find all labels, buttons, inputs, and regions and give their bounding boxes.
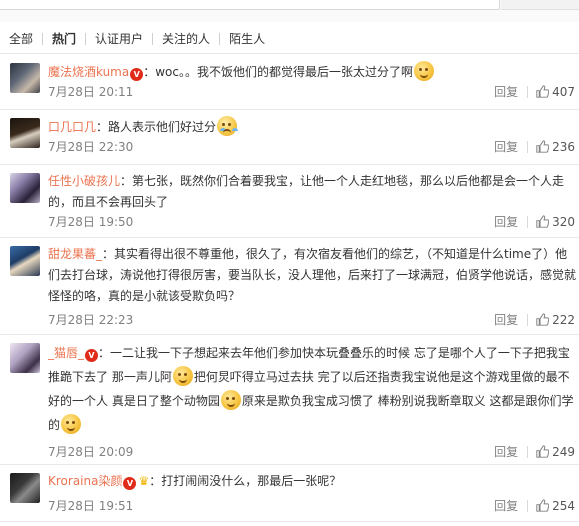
- username-link[interactable]: 甜龙果蕃_: [48, 247, 102, 261]
- comment-item: 口几口几：路人表示他们好过分 7月28日 22:30 回复 236: [0, 110, 579, 165]
- username-link[interactable]: 口几口几: [48, 120, 96, 134]
- comment-input[interactable]: [0, 0, 500, 10]
- tab-hot[interactable]: 热门: [52, 30, 76, 47]
- thumbs-up-icon: [536, 313, 550, 326]
- avatar[interactable]: [10, 173, 40, 203]
- comment-text: 任性小破孩儿：第七张，既然你们合着要我宝，让他一个人走红地毯，那么以后他都是会一…: [48, 171, 576, 213]
- comment-body: Kroraina染颜 V ♛：打打闹闹没什么，那最后一张呢？: [48, 471, 576, 492]
- comment-body: 口几口几：路人表示他们好过分: [48, 116, 576, 138]
- comment-body: 魔法烧酒kuma V ：woc。。我不饭他们的都觉得最后一张太过分了啊: [48, 61, 576, 83]
- like-button[interactable]: 249: [536, 445, 575, 459]
- comment-item: 甜龙果蕃_：其实看得出很不尊重他，很久了，有次宿友看他们的综艺，（不知道是什么t…: [0, 238, 579, 335]
- divider: [527, 499, 529, 512]
- crying-emoji-icon: [217, 116, 238, 136]
- reply-button[interactable]: 回复: [494, 443, 518, 460]
- username-link[interactable]: 魔法烧酒kuma: [48, 65, 129, 79]
- reply-button[interactable]: 回复: [494, 497, 518, 514]
- comment-body: 甜龙果蕃_：其实看得出很不尊重他，很久了，有次宿友看他们的综艺，（不知道是什么t…: [48, 244, 576, 307]
- v-badge-icon: V: [130, 68, 144, 81]
- comment-time: 7月28日 22:23: [48, 313, 134, 327]
- divider: [85, 32, 87, 45]
- thumbs-up-icon: [536, 85, 550, 98]
- comment-text: _猫唇_ V ：一二让我一下子想起来去年他们参加快本玩叠叠乐的时候 忘了是哪个人了一…: [48, 341, 576, 437]
- comment-item: 任性小破孩儿：第七张，既然你们合着要我宝，让他一个人走红地毯，那么以后他都是会一…: [0, 165, 579, 238]
- top-bar: [0, 0, 579, 22]
- like-count: 249: [552, 444, 575, 459]
- reply-button[interactable]: 回复: [494, 138, 518, 155]
- comment-time: 7月28日 19:51: [48, 499, 134, 513]
- comment-text: 甜龙果蕃_：其实看得出很不尊重他，很久了，有次宿友看他们的综艺，（不知道是什么t…: [48, 244, 576, 307]
- comment-body: _猫唇_ V ：一二让我一下子想起来去年他们参加快本玩叠叠乐的时候 忘了是哪个人了一…: [48, 341, 576, 437]
- tab-all[interactable]: 全部: [9, 30, 33, 47]
- username-link[interactable]: 任性小破孩儿: [48, 174, 120, 188]
- v-badge-icon: V: [123, 477, 137, 490]
- tab-strangers[interactable]: 陌生人: [229, 30, 265, 47]
- comment-content: ：第七张，既然你们合着要我宝，让他一个人走红地毯，那么以后他都是会一个人走的，而…: [48, 174, 565, 209]
- like-count: 407: [552, 84, 575, 99]
- comment-body: 任性小破孩儿：第七张，既然你们合着要我宝，让他一个人走红地毯，那么以后他都是会一…: [48, 171, 576, 213]
- username-link[interactable]: _猫唇_: [48, 346, 84, 360]
- comment-actions: 回复 407: [494, 83, 575, 100]
- comment-filter-bar: 全部 热门 认证用户 关注的人 陌生人: [0, 24, 579, 54]
- username-link[interactable]: Kroraina染颜: [48, 474, 122, 488]
- avatar[interactable]: [10, 246, 40, 276]
- comment-text: 口几口几：路人表示他们好过分: [48, 116, 576, 138]
- like-button[interactable]: 236: [536, 140, 575, 154]
- reply-button[interactable]: 回复: [494, 311, 518, 328]
- smiley-emoji-icon: [172, 366, 193, 386]
- comment-content: ：woc。。我不饭他们的都觉得最后一张太过分了啊: [143, 65, 413, 79]
- comment-actions: 回复 249: [494, 443, 575, 460]
- divider: [527, 445, 529, 458]
- comment-time: 7月28日 19:50: [48, 215, 134, 229]
- reply-button[interactable]: 回复: [494, 213, 518, 230]
- avatar[interactable]: [10, 63, 40, 93]
- like-button[interactable]: 222: [536, 313, 575, 327]
- comment-actions: 回复 222: [494, 311, 575, 328]
- comment-text: 魔法烧酒kuma V ：woc。。我不饭他们的都觉得最后一张太过分了啊: [48, 61, 576, 83]
- thumbs-up-icon: [536, 215, 550, 228]
- tab-following[interactable]: 关注的人: [162, 30, 210, 47]
- submit-button[interactable]: [501, 0, 579, 10]
- like-count: 222: [552, 312, 575, 327]
- smiley-emoji-icon: [414, 61, 434, 81]
- avatar[interactable]: [10, 473, 40, 503]
- comment-time: 7月28日 20:11: [48, 85, 134, 99]
- divider: [152, 32, 154, 45]
- comment-actions: 回复 320: [494, 213, 575, 230]
- crown-icon: ♛: [138, 474, 150, 488]
- tab-verified-users[interactable]: 认证用户: [95, 30, 143, 47]
- like-button[interactable]: 254: [536, 499, 575, 513]
- comment-time: 7月28日 20:09: [48, 445, 134, 459]
- comment-time: 7月28日 22:30: [48, 140, 134, 154]
- comment-content: ：路人表示他们好过分: [96, 120, 217, 134]
- comment-item: 魔法烧酒kuma V ：woc。。我不饭他们的都觉得最后一张太过分了啊 7月28日 …: [0, 55, 579, 110]
- comment-text: Kroraina染颜 V ♛：打打闹闹没什么，那最后一张呢？: [48, 471, 576, 492]
- comment-content: ：其实看得出很不尊重他，很久了，有次宿友看他们的综艺，（不知道是什么time了）…: [48, 247, 577, 303]
- divider: [42, 32, 44, 45]
- avatar[interactable]: [10, 343, 40, 373]
- thumbs-up-icon: [536, 140, 550, 153]
- reply-button[interactable]: 回复: [494, 83, 518, 100]
- divider: [527, 215, 529, 228]
- comment-item: Kroraina染颜 V ♛：打打闹闹没什么，那最后一张呢？ 7月28日 19:51…: [0, 465, 579, 522]
- smiley-emoji-icon: [220, 390, 241, 410]
- divider: [219, 32, 221, 45]
- thumbs-up-icon: [536, 445, 550, 458]
- like-count: 320: [552, 214, 575, 229]
- like-button[interactable]: 407: [536, 85, 575, 99]
- like-button[interactable]: 320: [536, 215, 575, 229]
- divider: [527, 313, 529, 326]
- v-badge-icon: V: [85, 349, 99, 362]
- divider: [527, 140, 529, 153]
- comment-content: ：打打闹闹没什么，那最后一张呢？: [149, 474, 342, 488]
- comment-item: _猫唇_ V ：一二让我一下子想起来去年他们参加快本玩叠叠乐的时候 忘了是哪个人了一…: [0, 335, 579, 465]
- like-count: 236: [552, 139, 575, 154]
- divider: [527, 85, 529, 98]
- comment-actions: 回复 254: [494, 497, 575, 514]
- thumbs-up-icon: [536, 499, 550, 512]
- avatar[interactable]: [10, 118, 40, 148]
- like-count: 254: [552, 498, 575, 513]
- comment-actions: 回复 236: [494, 138, 575, 155]
- smiley-emoji-icon: [61, 414, 82, 434]
